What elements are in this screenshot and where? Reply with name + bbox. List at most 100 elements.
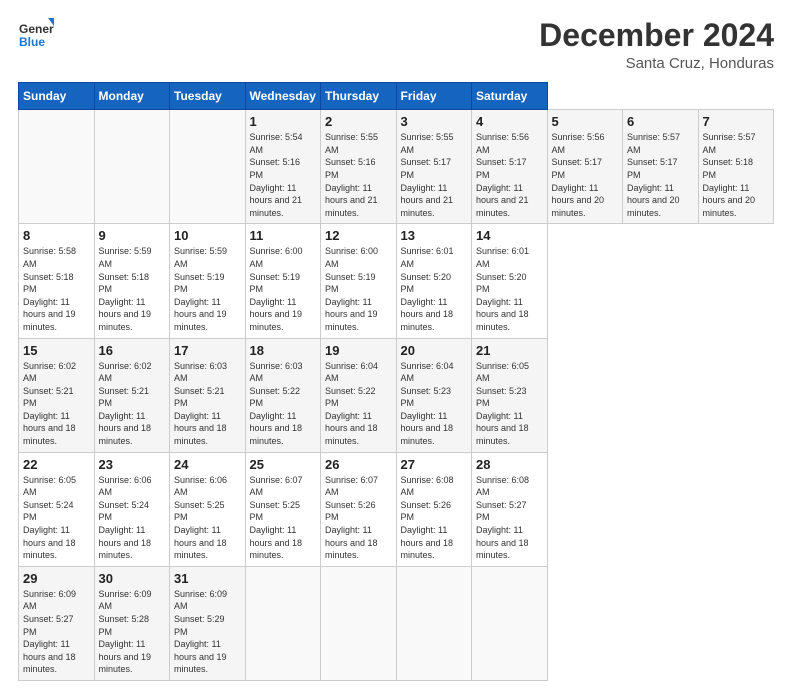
day-info: Sunrise: 6:00 AMSunset: 5:19 PMDaylight:… <box>325 246 378 332</box>
day-number: 24 <box>174 457 241 472</box>
day-info: Sunrise: 6:08 AMSunset: 5:26 PMDaylight:… <box>401 475 454 561</box>
day-number: 16 <box>99 343 166 358</box>
day-number: 9 <box>99 228 166 243</box>
calendar-table: Sunday Monday Tuesday Wednesday Thursday… <box>18 82 774 681</box>
calendar-week-4: 22 Sunrise: 6:05 AMSunset: 5:24 PMDaylig… <box>19 452 774 566</box>
day-number: 6 <box>627 114 694 129</box>
header-friday: Friday <box>396 83 472 110</box>
logo-graphic: General Blue <box>18 18 54 54</box>
day-number: 19 <box>325 343 392 358</box>
calendar-cell: 15 Sunrise: 6:02 AMSunset: 5:21 PMDaylig… <box>19 338 95 452</box>
header-sunday: Sunday <box>19 83 95 110</box>
calendar-cell <box>245 566 321 680</box>
day-info: Sunrise: 6:06 AMSunset: 5:25 PMDaylight:… <box>174 475 227 561</box>
calendar-week-2: 8 Sunrise: 5:58 AMSunset: 5:18 PMDayligh… <box>19 224 774 338</box>
day-info: Sunrise: 6:04 AMSunset: 5:22 PMDaylight:… <box>325 361 378 447</box>
day-info: Sunrise: 6:09 AMSunset: 5:27 PMDaylight:… <box>23 589 76 675</box>
day-info: Sunrise: 5:56 AMSunset: 5:17 PMDaylight:… <box>476 132 529 218</box>
calendar-cell <box>396 566 472 680</box>
day-info: Sunrise: 6:07 AMSunset: 5:26 PMDaylight:… <box>325 475 378 561</box>
header-monday: Monday <box>94 83 170 110</box>
calendar-cell: 23 Sunrise: 6:06 AMSunset: 5:24 PMDaylig… <box>94 452 170 566</box>
calendar-cell: 25 Sunrise: 6:07 AMSunset: 5:25 PMDaylig… <box>245 452 321 566</box>
header: General Blue December 2024 Santa Cruz, H… <box>18 18 774 72</box>
day-number: 14 <box>476 228 543 243</box>
title-block: December 2024 Santa Cruz, Honduras <box>539 18 774 72</box>
day-info: Sunrise: 5:56 AMSunset: 5:17 PMDaylight:… <box>552 132 605 218</box>
day-info: Sunrise: 6:05 AMSunset: 5:24 PMDaylight:… <box>23 475 76 561</box>
day-info: Sunrise: 6:07 AMSunset: 5:25 PMDaylight:… <box>250 475 303 561</box>
calendar-cell: 29 Sunrise: 6:09 AMSunset: 5:27 PMDaylig… <box>19 566 95 680</box>
day-number: 2 <box>325 114 392 129</box>
day-info: Sunrise: 5:57 AMSunset: 5:17 PMDaylight:… <box>627 132 680 218</box>
day-number: 22 <box>23 457 90 472</box>
day-number: 1 <box>250 114 317 129</box>
day-info: Sunrise: 6:02 AMSunset: 5:21 PMDaylight:… <box>99 361 152 447</box>
day-number: 15 <box>23 343 90 358</box>
calendar-cell: 17 Sunrise: 6:03 AMSunset: 5:21 PMDaylig… <box>170 338 246 452</box>
day-number: 4 <box>476 114 543 129</box>
calendar-week-3: 15 Sunrise: 6:02 AMSunset: 5:21 PMDaylig… <box>19 338 774 452</box>
calendar-cell: 6 Sunrise: 5:57 AMSunset: 5:17 PMDayligh… <box>623 110 699 224</box>
day-number: 21 <box>476 343 543 358</box>
calendar-cell: 5 Sunrise: 5:56 AMSunset: 5:17 PMDayligh… <box>547 110 623 224</box>
day-number: 8 <box>23 228 90 243</box>
day-number: 28 <box>476 457 543 472</box>
day-info: Sunrise: 5:54 AMSunset: 5:16 PMDaylight:… <box>250 132 303 218</box>
day-number: 18 <box>250 343 317 358</box>
day-number: 12 <box>325 228 392 243</box>
calendar-cell: 8 Sunrise: 5:58 AMSunset: 5:18 PMDayligh… <box>19 224 95 338</box>
calendar-cell <box>321 566 397 680</box>
day-info: Sunrise: 6:06 AMSunset: 5:24 PMDaylight:… <box>99 475 152 561</box>
calendar-cell: 14 Sunrise: 6:01 AMSunset: 5:20 PMDaylig… <box>472 224 548 338</box>
day-info: Sunrise: 5:57 AMSunset: 5:18 PMDaylight:… <box>703 132 756 218</box>
day-info: Sunrise: 5:55 AMSunset: 5:16 PMDaylight:… <box>325 132 378 218</box>
calendar-cell: 27 Sunrise: 6:08 AMSunset: 5:26 PMDaylig… <box>396 452 472 566</box>
header-row: Sunday Monday Tuesday Wednesday Thursday… <box>19 83 774 110</box>
calendar-week-1: 1 Sunrise: 5:54 AMSunset: 5:16 PMDayligh… <box>19 110 774 224</box>
calendar-cell: 12 Sunrise: 6:00 AMSunset: 5:19 PMDaylig… <box>321 224 397 338</box>
location-subtitle: Santa Cruz, Honduras <box>539 55 774 72</box>
calendar-cell: 4 Sunrise: 5:56 AMSunset: 5:17 PMDayligh… <box>472 110 548 224</box>
calendar-cell: 9 Sunrise: 5:59 AMSunset: 5:18 PMDayligh… <box>94 224 170 338</box>
calendar-cell: 11 Sunrise: 6:00 AMSunset: 5:19 PMDaylig… <box>245 224 321 338</box>
calendar-cell <box>94 110 170 224</box>
day-number: 30 <box>99 571 166 586</box>
day-info: Sunrise: 6:05 AMSunset: 5:23 PMDaylight:… <box>476 361 529 447</box>
day-number: 27 <box>401 457 468 472</box>
calendar-cell <box>170 110 246 224</box>
day-info: Sunrise: 6:09 AMSunset: 5:28 PMDaylight:… <box>99 589 152 675</box>
day-number: 20 <box>401 343 468 358</box>
day-number: 5 <box>552 114 619 129</box>
day-number: 3 <box>401 114 468 129</box>
calendar-cell: 13 Sunrise: 6:01 AMSunset: 5:20 PMDaylig… <box>396 224 472 338</box>
calendar-cell: 16 Sunrise: 6:02 AMSunset: 5:21 PMDaylig… <box>94 338 170 452</box>
day-info: Sunrise: 6:03 AMSunset: 5:22 PMDaylight:… <box>250 361 303 447</box>
svg-text:General: General <box>19 22 54 36</box>
calendar-cell: 26 Sunrise: 6:07 AMSunset: 5:26 PMDaylig… <box>321 452 397 566</box>
day-info: Sunrise: 6:09 AMSunset: 5:29 PMDaylight:… <box>174 589 227 675</box>
header-thursday: Thursday <box>321 83 397 110</box>
day-number: 31 <box>174 571 241 586</box>
day-number: 23 <box>99 457 166 472</box>
day-info: Sunrise: 6:01 AMSunset: 5:20 PMDaylight:… <box>476 246 529 332</box>
day-info: Sunrise: 6:02 AMSunset: 5:21 PMDaylight:… <box>23 361 76 447</box>
page: General Blue December 2024 Santa Cruz, H… <box>0 0 792 691</box>
calendar-cell: 2 Sunrise: 5:55 AMSunset: 5:16 PMDayligh… <box>321 110 397 224</box>
calendar-week-5: 29 Sunrise: 6:09 AMSunset: 5:27 PMDaylig… <box>19 566 774 680</box>
day-number: 10 <box>174 228 241 243</box>
calendar-cell <box>19 110 95 224</box>
day-info: Sunrise: 5:59 AMSunset: 5:18 PMDaylight:… <box>99 246 152 332</box>
day-info: Sunrise: 5:58 AMSunset: 5:18 PMDaylight:… <box>23 246 76 332</box>
calendar-cell: 30 Sunrise: 6:09 AMSunset: 5:28 PMDaylig… <box>94 566 170 680</box>
calendar-cell: 31 Sunrise: 6:09 AMSunset: 5:29 PMDaylig… <box>170 566 246 680</box>
calendar-cell: 1 Sunrise: 5:54 AMSunset: 5:16 PMDayligh… <box>245 110 321 224</box>
logo: General Blue <box>18 18 54 54</box>
calendar-cell: 24 Sunrise: 6:06 AMSunset: 5:25 PMDaylig… <box>170 452 246 566</box>
header-tuesday: Tuesday <box>170 83 246 110</box>
month-title: December 2024 <box>539 18 774 53</box>
day-number: 17 <box>174 343 241 358</box>
calendar-cell: 28 Sunrise: 6:08 AMSunset: 5:27 PMDaylig… <box>472 452 548 566</box>
calendar-cell: 7 Sunrise: 5:57 AMSunset: 5:18 PMDayligh… <box>698 110 774 224</box>
day-number: 29 <box>23 571 90 586</box>
